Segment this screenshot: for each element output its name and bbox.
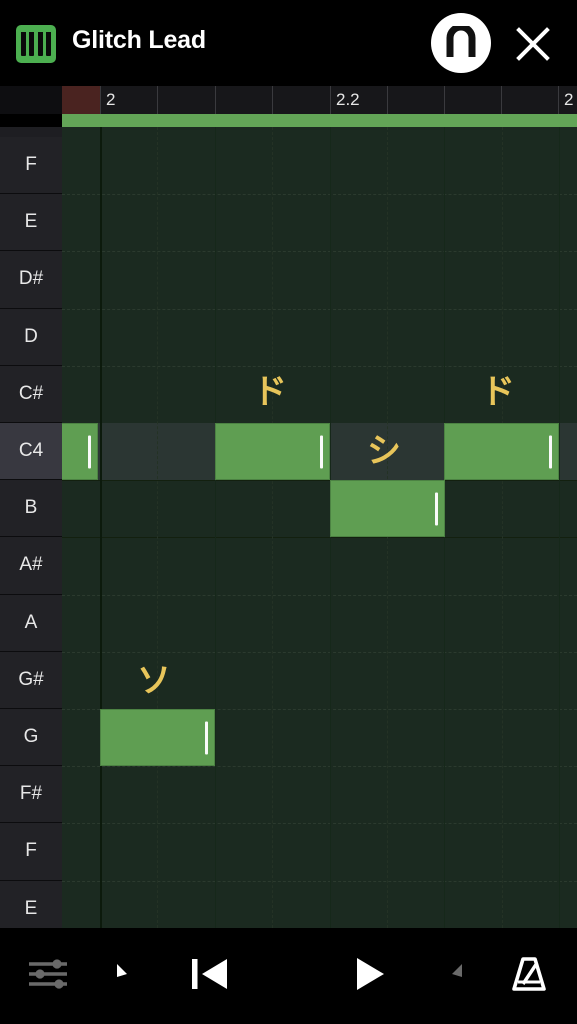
ruler-tick [501, 86, 558, 114]
piano-key-label: D [24, 325, 38, 347]
undo-button[interactable] [97, 928, 161, 1024]
note-c4-1[interactable] [62, 423, 98, 481]
grid-row-line [62, 651, 577, 653]
ruler-tick [387, 86, 444, 114]
region-bar[interactable] [62, 114, 577, 127]
grid-column-line [272, 127, 273, 928]
grid-column-line [502, 127, 503, 928]
play-icon [350, 954, 390, 999]
grid-column-line [559, 127, 560, 928]
piano-key-A[interactable]: A [0, 594, 62, 652]
note-b-1[interactable] [330, 480, 445, 538]
metronome-button[interactable] [497, 928, 561, 1024]
redo-icon [428, 955, 472, 998]
grid-row-line [62, 365, 577, 367]
piano-key-label: E [24, 211, 38, 233]
solfege-do-1: ド [253, 372, 287, 412]
piano-key-column[interactable]: F E D# D C# C4 B A# A G# G F# F E [0, 127, 62, 928]
piano-key-Asharp[interactable]: A# [0, 537, 62, 595]
ruler-tick [272, 86, 329, 114]
record-region-marker [62, 86, 100, 114]
ruler-gutter [0, 86, 62, 114]
piano-key-D[interactable]: D [0, 308, 62, 366]
note-grid[interactable] [62, 127, 577, 928]
solfege-so-1: ソ [137, 661, 171, 701]
close-icon[interactable] [509, 20, 557, 68]
rewind-button[interactable] [178, 928, 242, 1024]
playhead [100, 127, 102, 928]
piano-key-label: E [24, 897, 38, 919]
metronome-icon [508, 953, 550, 1000]
grid-column-line [157, 127, 158, 928]
grid-row-line [62, 880, 577, 882]
piano-key-label: D# [18, 268, 44, 290]
header-bar: Glitch Lead [0, 0, 577, 86]
ruler-label-text: 2.2 [336, 90, 360, 109]
piano-key-B[interactable]: B [0, 480, 62, 538]
piano-key-label: A [24, 611, 38, 633]
magnet-icon[interactable] [431, 13, 491, 73]
note-c4-2[interactable] [215, 423, 330, 481]
rewind-icon [189, 954, 231, 999]
mixer-button[interactable] [16, 928, 80, 1024]
ruler-tick [215, 86, 272, 114]
grid-row-line [62, 480, 577, 482]
grid-row-line [62, 251, 577, 253]
page-title: Glitch Lead [72, 26, 206, 54]
grid-column-line [215, 127, 216, 928]
grid-row-line [62, 594, 577, 596]
grid-row-line [62, 766, 577, 768]
ruler-label: 2.2 [330, 86, 387, 114]
ruler-label: 2 [558, 86, 577, 114]
piano-key-label: F# [19, 783, 43, 805]
redo-button[interactable] [418, 928, 482, 1024]
sliders-icon [26, 956, 70, 997]
grid-row-line [62, 823, 577, 825]
ruler-tick [157, 86, 214, 114]
timeline-ruler[interactable]: 2 2.2 2 [0, 86, 577, 114]
piano-key-E[interactable]: E [0, 880, 62, 928]
piano-key-label: C4 [18, 440, 44, 462]
note-g-1[interactable] [100, 709, 215, 767]
grid-row-line [62, 537, 577, 539]
piano-key-Fsharp[interactable]: F# [0, 766, 62, 824]
piano-key-Gsharp[interactable]: G# [0, 651, 62, 709]
note-resize-handle[interactable] [435, 492, 438, 526]
midi-editor-screen: Glitch Lead 2 2.2 2 F E D# D C# C4 B A# A G# G F# F E ド… [0, 0, 577, 1024]
piano-key-F[interactable]: F [0, 823, 62, 881]
piano-key-label: A# [19, 554, 43, 576]
piano-key-F[interactable]: F [0, 137, 62, 195]
piano-key-label: F [25, 154, 37, 176]
piano-icon [16, 25, 56, 63]
transport-bar [0, 928, 577, 1024]
ruler-label-text: 2 [106, 90, 116, 109]
piano-key-label: G [23, 726, 39, 748]
solfege-do-2: ド [481, 372, 515, 412]
play-button[interactable] [338, 928, 402, 1024]
undo-icon [107, 955, 151, 998]
grid-row-line [62, 194, 577, 196]
piano-key-Dsharp[interactable]: D# [0, 251, 62, 309]
note-c4-3[interactable] [444, 423, 559, 481]
piano-key-E[interactable]: E [0, 194, 62, 252]
note-resize-handle[interactable] [88, 435, 91, 469]
piano-key-label: C# [18, 382, 44, 404]
note-resize-handle[interactable] [549, 435, 552, 469]
note-resize-handle[interactable] [205, 721, 208, 755]
ruler-label-text: 2 [564, 90, 574, 109]
piano-key-G[interactable]: G [0, 709, 62, 767]
note-resize-handle[interactable] [320, 435, 323, 469]
piano-key-C4[interactable]: C4 [0, 423, 62, 481]
piano-key-label: F [25, 840, 37, 862]
piano-key-Csharp[interactable]: C# [0, 365, 62, 423]
grid-row-line [62, 308, 577, 310]
piano-key-label: G# [18, 668, 44, 690]
ruler-tick [444, 86, 501, 114]
solfege-ti-1: シ [367, 431, 401, 471]
ruler-label: 2 [100, 86, 157, 114]
piano-key-label: B [24, 497, 38, 519]
